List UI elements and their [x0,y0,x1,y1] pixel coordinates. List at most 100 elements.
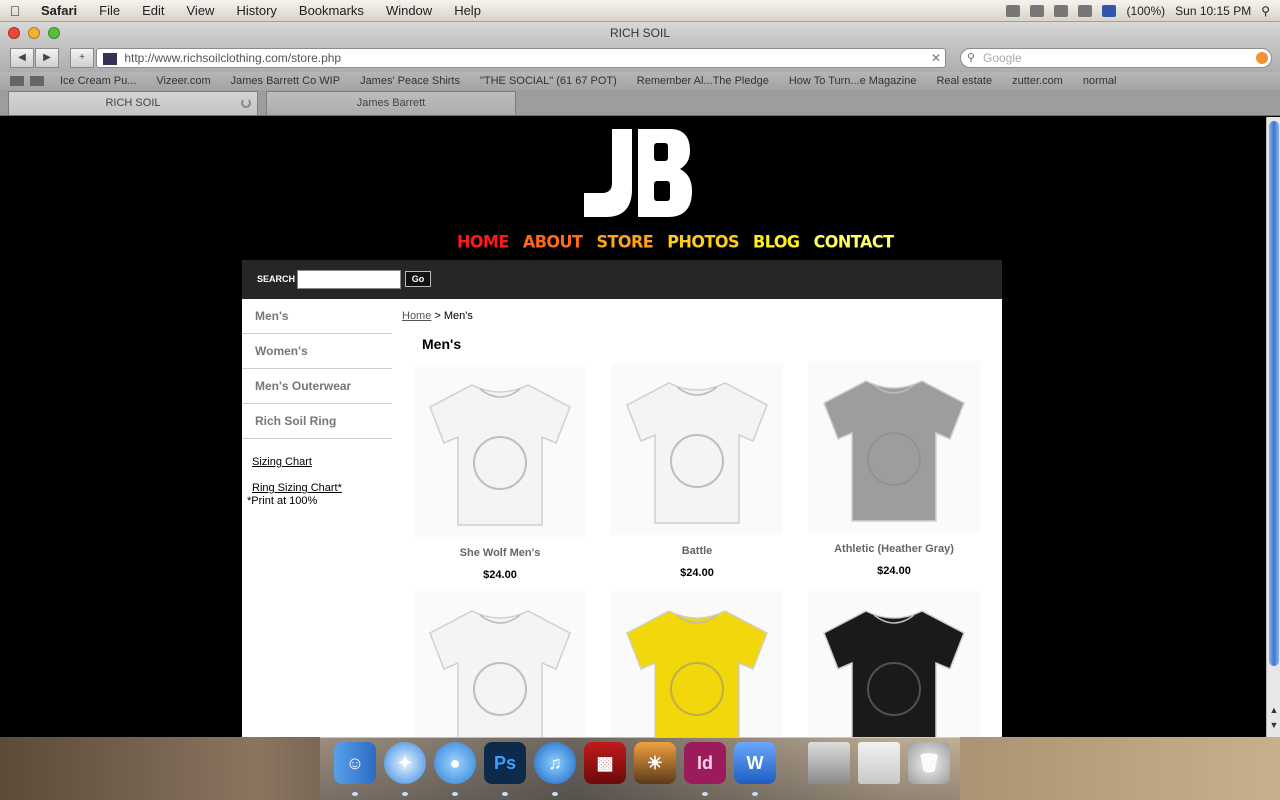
product-image[interactable] [808,361,980,533]
product-card[interactable]: Athletic (Heather Gray) $24.00 [808,361,980,577]
category-mens-outerwear[interactable]: Men's Outerwear [242,369,392,404]
tab-rich-soil[interactable]: RICH SOIL [8,91,258,115]
stop-loading-icon[interactable]: ✕ [931,49,941,67]
running-indicator [702,792,708,796]
safari-icon[interactable]: ✦ [384,742,426,784]
product-image[interactable] [611,591,783,737]
battery-status[interactable]: (100%) [1126,4,1165,18]
product-image[interactable] [414,591,586,737]
browser-toolbar: ◀ ▶ + http://www.richsoilclothing.com/st… [0,44,1280,72]
bookmark-item[interactable]: Ice Cream Pu... [50,75,146,87]
document-thumbnail-icon[interactable] [858,742,900,784]
bookmarks-book-icon[interactable] [10,76,24,86]
product-card[interactable]: Battle $24.00 [611,363,783,579]
menu-history[interactable]: History [225,3,287,18]
product-card[interactable] [611,591,783,737]
itunes-icon[interactable]: ♫ [534,742,576,784]
photo-booth-icon[interactable]: ▩ [584,742,626,784]
indesign-icon[interactable]: Id [684,742,726,784]
volume-icon[interactable] [1078,4,1093,17]
nav-contact[interactable]: CONTACT [814,232,894,252]
product-card[interactable] [808,591,980,737]
scroll-down-arrow-icon[interactable]: ▼ [1267,720,1280,730]
menu-window[interactable]: Window [375,3,443,18]
photoshop-icon[interactable]: Ps [484,742,526,784]
apple-menu-icon[interactable]:  [0,3,30,19]
nav-store[interactable]: STORE [596,232,653,252]
search-field[interactable]: ⚲ Google [960,48,1272,68]
search-label: SEARCH [257,274,296,284]
product-name[interactable]: Athletic (Heather Gray) [808,543,980,555]
snapback-icon[interactable] [1256,52,1268,64]
document-thumbnail-icon[interactable] [808,742,850,784]
menu-app[interactable]: Safari [30,3,88,18]
input-flag-icon[interactable] [1102,4,1117,17]
bookmark-item[interactable]: zutter.com [1002,75,1073,87]
word-icon[interactable]: W [734,742,776,784]
jb-logo[interactable] [582,129,694,221]
store-search-bar: SEARCH Go [242,260,1002,299]
bookmark-item[interactable]: James Barrett Co WIP [221,75,350,87]
product-card[interactable]: She Wolf Men's $24.00 [414,365,586,581]
nav-home[interactable]: HOME [457,232,509,252]
breadcrumb-separator: > [431,310,444,322]
tshirt-icon [823,610,965,737]
iphoto-icon[interactable]: ☀ [634,742,676,784]
nav-photos[interactable]: PHOTOS [667,232,739,252]
print-note: *Print at 100% [247,495,318,507]
forward-button[interactable]: ▶ [35,48,59,68]
address-bar[interactable]: http://www.richsoilclothing.com/store.ph… [96,48,946,68]
bookmark-item[interactable]: Vizeer.com [146,75,220,87]
category-womens[interactable]: Women's [242,334,392,369]
product-image[interactable] [611,363,783,535]
running-indicator [452,792,458,796]
menubar-clock[interactable]: Sun 10:15 PM [1175,4,1251,18]
ring-sizing-chart-link[interactable]: Ring Sizing Chart* [252,482,342,494]
nav-about[interactable]: ABOUT [523,232,583,252]
bookmark-item[interactable]: James' Peace Shirts [350,75,470,87]
spotlight-icon[interactable]: ⚲ [1261,4,1270,18]
bookmark-item[interactable]: normal [1073,75,1127,87]
bookmark-item[interactable]: Remember Al...The Pledge [627,75,779,87]
back-button[interactable]: ◀ [10,48,34,68]
store-search-input[interactable] [297,270,401,289]
scroll-up-arrow-icon[interactable]: ▲ [1267,705,1280,715]
menu-edit[interactable]: Edit [131,3,175,18]
bookmark-item[interactable]: Real estate [926,75,1002,87]
wifi-icon[interactable] [1054,4,1069,17]
add-bookmark-button[interactable]: + [70,48,94,68]
bookmark-item[interactable]: "THE SOCIAL" (61 67 POT) [470,75,627,87]
breadcrumb-home-link[interactable]: Home [402,310,431,322]
tab-label: RICH SOIL [105,97,161,109]
address-bar-url[interactable]: http://www.richsoilclothing.com/store.ph… [124,51,341,65]
product-name[interactable]: She Wolf Men's [414,547,586,559]
top-sites-icon[interactable] [30,76,44,86]
scrollbar-thumb[interactable] [1269,121,1279,666]
tab-james-barrett[interactable]: James Barrett [266,91,516,115]
time-machine-icon[interactable] [1006,4,1021,17]
category-sidebar: Men's Women's Men's Outerwear Rich Soil … [242,299,392,439]
menu-bookmarks[interactable]: Bookmarks [288,3,375,18]
trash-icon[interactable]: 🗑 [908,742,950,784]
zoom-window-icon[interactable] [48,27,60,39]
category-mens[interactable]: Men's [242,299,392,334]
finder-icon[interactable]: ☺ [334,742,376,784]
bookmark-item[interactable]: How To Turn...e Magazine [779,75,927,87]
bluetooth-icon[interactable] [1030,4,1045,17]
sizing-chart-link[interactable]: Sizing Chart [252,456,312,468]
menu-help[interactable]: Help [443,3,492,18]
nav-blog[interactable]: BLOG [753,232,800,252]
product-name[interactable]: Battle [611,545,783,557]
product-image[interactable] [808,591,980,737]
page-scrollbar[interactable]: ▲ ▼ [1266,117,1280,737]
product-card[interactable] [414,591,586,737]
product-image[interactable] [414,365,586,537]
menu-view[interactable]: View [176,3,226,18]
ichat-icon[interactable]: ● [434,742,476,784]
close-window-icon[interactable] [8,27,20,39]
minimize-window-icon[interactable] [28,27,40,39]
category-rich-soil-ring[interactable]: Rich Soil Ring [242,404,392,439]
loading-spinner-icon [241,98,251,108]
go-button[interactable]: Go [405,271,431,287]
menu-file[interactable]: File [88,3,131,18]
